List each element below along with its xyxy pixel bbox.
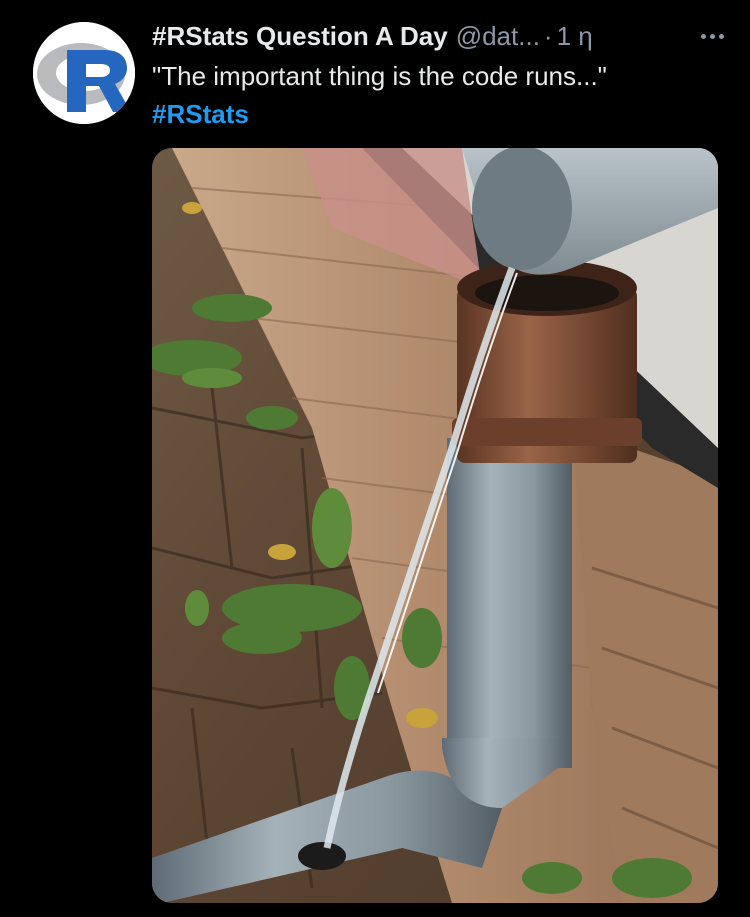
more-dots-icon (718, 33, 724, 39)
more-dots-icon (709, 33, 715, 39)
tweet[interactable]: #RStats Question A Day @dat... · 1 η "Th… (0, 0, 750, 917)
pipe-photo (152, 148, 718, 903)
display-name[interactable]: #RStats Question A Day (152, 21, 448, 52)
more-options-button[interactable] (692, 22, 732, 50)
tweet-header: #RStats Question A Day @dat... · 1 η (152, 18, 732, 54)
tweet-media-photo[interactable] (152, 148, 718, 903)
user-handle[interactable]: @dat... (456, 21, 540, 52)
hashtag-link[interactable]: #RStats (152, 96, 249, 132)
tweet-text: "The important thing is the code runs...… (152, 61, 607, 91)
separator-dot: · (543, 20, 553, 51)
more-dots-icon (700, 33, 706, 39)
timestamp[interactable]: 1 η (557, 21, 593, 52)
r-logo-icon (33, 22, 135, 124)
avatar[interactable] (33, 22, 135, 124)
